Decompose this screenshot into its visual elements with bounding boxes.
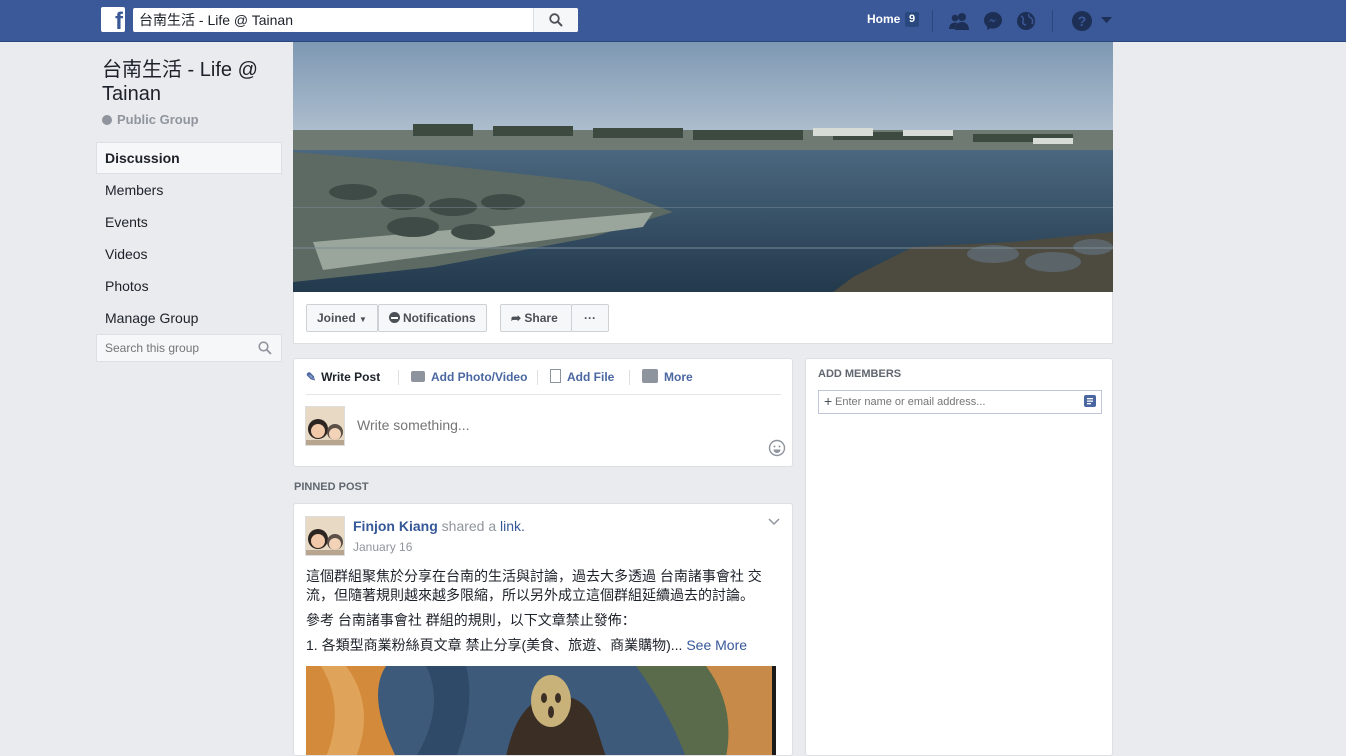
caret-down-icon: ▼ — [359, 315, 367, 324]
post-paragraph: 參考 台南諸事會社 群組的規則，以下文章禁止發佈： — [306, 612, 636, 628]
share-icon: ➦ — [511, 311, 522, 325]
post-link-image[interactable] — [306, 666, 776, 755]
sidebar-item-manage-group[interactable]: Manage Group — [96, 302, 282, 334]
add-members-panel: ADD MEMBERS + — [805, 358, 1113, 756]
group-search-box — [96, 334, 282, 362]
home-count-badge: 9 — [905, 12, 920, 27]
sidebar-item-photos[interactable]: Photos — [96, 270, 282, 302]
file-icon — [550, 369, 561, 383]
post-paragraph-text: 1. 各類型商業粉絲頁文章 禁止分享(美食、旅遊、商業購物)... — [306, 637, 683, 653]
sidebar-item-events[interactable]: Events — [96, 206, 282, 238]
add-members-heading: ADD MEMBERS — [818, 368, 902, 380]
tab-separator — [398, 370, 399, 385]
messenger-icon[interactable] — [982, 10, 1004, 32]
tab-add-photo-video[interactable]: Add Photo/Video — [411, 369, 527, 385]
notifications-globe-icon[interactable] — [1015, 10, 1037, 32]
friend-requests-icon[interactable] — [948, 10, 970, 32]
see-more-link[interactable]: See More — [686, 637, 747, 653]
group-sidebar-nav: Discussion Members Events Videos Photos … — [96, 142, 282, 334]
tab-separator — [537, 370, 538, 385]
avatar[interactable] — [305, 516, 345, 556]
post-author-name[interactable]: Finjon Kiang — [353, 518, 438, 534]
more-dots-icon: ··· — [584, 311, 596, 325]
topbar-divider — [1052, 10, 1053, 32]
group-action-bar: Joined ▼ Notifications ➦ Share ··· — [293, 292, 1113, 344]
tab-more[interactable]: More — [642, 369, 693, 385]
global-search-box — [133, 8, 578, 32]
tab-add-file[interactable]: Add File — [550, 369, 614, 385]
search-icon[interactable] — [258, 341, 272, 355]
share-button[interactable]: ➦ Share — [500, 304, 572, 332]
pinned-post: Finjon Kiang shared a link. January 16 這… — [293, 503, 793, 756]
globe-icon — [102, 115, 112, 125]
post-body: 這個群組聚焦於分享在台南的生活與討論，過去大多透過 台南諸事會社 交流，但隨著規… — [306, 567, 782, 661]
group-cover-photo[interactable] — [293, 42, 1113, 292]
post-timestamp[interactable]: January 16 — [353, 540, 412, 554]
post-paragraph: 這個群組聚焦於分享在台南的生活與討論，過去大多透過 台南諸事會社 交流，但隨著規… — [306, 568, 762, 603]
add-members-input[interactable] — [835, 393, 1075, 411]
more-icon — [642, 369, 658, 383]
account-menu-caret-icon[interactable] — [1101, 16, 1112, 24]
avatar[interactable] — [305, 406, 345, 446]
svg-text:?: ? — [1078, 13, 1087, 29]
top-navigation-bar: f Home 9 ? — [0, 0, 1346, 42]
camera-icon — [411, 371, 425, 382]
author-avatar-image — [306, 517, 344, 555]
tab-separator — [629, 370, 630, 385]
post-composer: ✎ Write Post Add Photo/Video Add File Mor… — [293, 358, 793, 467]
sidebar-item-discussion[interactable]: Discussion — [96, 142, 282, 174]
pinned-post-label: PINNED POST — [294, 481, 369, 493]
harbor-cover-image — [293, 42, 1113, 292]
joined-button[interactable]: Joined ▼ — [306, 304, 378, 332]
plus-icon: + — [824, 393, 833, 409]
address-book-icon[interactable] — [1084, 395, 1096, 407]
tab-add-photo-video-label: Add Photo/Video — [431, 370, 528, 384]
group-search-input[interactable] — [97, 335, 247, 361]
joined-label: Joined — [317, 311, 356, 325]
search-button[interactable] — [533, 8, 578, 32]
group-privacy: Public Group — [102, 112, 199, 127]
post-paragraph: 1. 各類型商業粉絲頁文章 禁止分享(美食、旅遊、商業購物)... See Mo… — [306, 636, 782, 655]
pencil-icon: ✎ — [306, 370, 317, 384]
facebook-logo[interactable]: f — [101, 7, 125, 35]
notifications-button[interactable]: Notifications — [378, 304, 487, 332]
composer-input[interactable] — [357, 417, 737, 433]
notifications-label: Notifications — [403, 311, 476, 325]
sidebar-item-members[interactable]: Members — [96, 174, 282, 206]
tab-write-post-label: Write Post — [321, 370, 381, 384]
tab-add-file-label: Add File — [567, 370, 615, 384]
composer-divider — [306, 394, 781, 395]
sidebar-item-videos[interactable]: Videos — [96, 238, 282, 270]
post-shared-link[interactable]: link. — [500, 518, 525, 534]
add-members-field: + — [818, 390, 1102, 414]
home-link[interactable]: Home — [867, 12, 900, 26]
group-privacy-label: Public Group — [117, 112, 199, 127]
chevron-down-icon[interactable] — [768, 518, 780, 526]
facebook-logo-letter: f — [115, 8, 123, 35]
emoji-icon[interactable] — [768, 439, 786, 457]
search-icon — [549, 13, 563, 27]
tab-more-label: More — [664, 370, 693, 384]
help-icon[interactable]: ? — [1071, 10, 1093, 32]
more-options-button[interactable]: ··· — [571, 304, 609, 332]
scream-painting-image — [306, 666, 776, 755]
notifications-minus-icon — [389, 312, 400, 323]
post-header: Finjon Kiang shared a link. — [353, 518, 525, 534]
share-label: Share — [524, 311, 558, 325]
post-action-text: shared a — [441, 518, 497, 534]
group-title[interactable]: 台南生活 - Life @ Tainan — [102, 58, 282, 106]
global-search-input[interactable] — [133, 8, 533, 32]
tab-write-post[interactable]: ✎ Write Post — [306, 369, 380, 385]
user-avatar-image — [306, 407, 344, 445]
topbar-divider — [932, 10, 933, 32]
